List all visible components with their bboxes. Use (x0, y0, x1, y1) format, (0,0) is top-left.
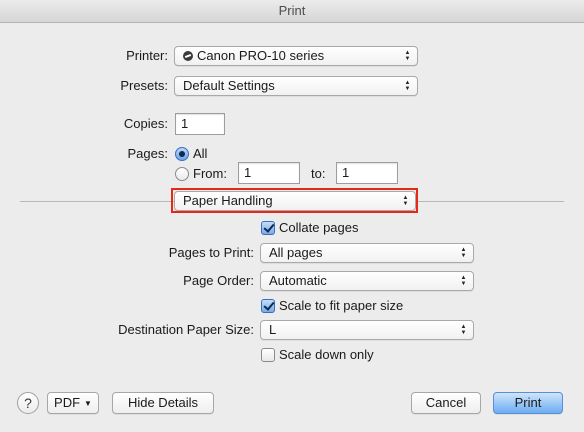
page-order-popup[interactable]: Automatic ▲ ▼ (260, 271, 474, 291)
pages-from-radio[interactable] (175, 167, 189, 181)
window-title: Print (278, 3, 306, 18)
printer-status-icon (183, 51, 193, 61)
page-order-label: Page Order: (183, 273, 254, 288)
presets-label: Presets: (120, 78, 168, 93)
printer-popup[interactable]: Canon PRO-10 series ▲ ▼ (174, 46, 418, 66)
window-titlebar[interactable]: Print (0, 0, 584, 23)
destination-paper-size-label: Destination Paper Size: (118, 322, 254, 337)
pdf-menu-button[interactable]: PDF ▼ (47, 392, 99, 414)
collate-label: Collate pages (279, 220, 359, 235)
destination-paper-size-popup[interactable]: L ▲ ▼ (260, 320, 474, 340)
pages-to-print-label: Pages to Print: (168, 245, 254, 260)
pages-to-label: to: (311, 166, 326, 181)
destination-paper-size-value: L (269, 322, 277, 337)
pages-from-label: From: (193, 166, 227, 181)
updown-arrows-icon: ▲ ▼ (460, 324, 467, 336)
presets-value: Default Settings (183, 78, 275, 93)
updown-arrows-icon: ▲ ▼ (404, 80, 411, 92)
pages-to-field[interactable]: 1 (336, 162, 398, 184)
copies-field[interactable]: 1 (175, 113, 225, 135)
help-button[interactable]: ? (17, 392, 39, 414)
pages-to-print-value: All pages (269, 245, 323, 260)
copies-label: Copies: (123, 116, 168, 131)
section-highlight-box (171, 188, 418, 213)
scale-down-checkbox[interactable] (261, 348, 275, 362)
pages-label: Pages: (127, 146, 168, 161)
chevron-down-icon: ▼ (84, 399, 92, 408)
cancel-button[interactable]: Cancel (411, 392, 481, 414)
pdf-label: PDF (54, 395, 81, 410)
pages-all-radio[interactable] (175, 147, 189, 161)
updown-arrows-icon: ▲ ▼ (460, 247, 467, 259)
print-button[interactable]: Print (493, 392, 563, 414)
collate-checkbox[interactable] (261, 221, 275, 235)
hide-details-button[interactable]: Hide Details (112, 392, 214, 414)
help-icon: ? (24, 395, 32, 411)
pages-from-field[interactable]: 1 (238, 162, 300, 184)
pages-to-print-popup[interactable]: All pages ▲ ▼ (260, 243, 474, 263)
page-order-value: Automatic (269, 273, 327, 288)
scale-to-fit-label: Scale to fit paper size (279, 298, 404, 313)
pages-all-label: All (193, 146, 208, 161)
printer-label: Printer: (126, 48, 168, 63)
presets-popup[interactable]: Default Settings ▲ ▼ (174, 76, 418, 96)
updown-arrows-icon: ▲ ▼ (460, 275, 467, 287)
scale-to-fit-checkbox[interactable] (261, 299, 275, 313)
scale-down-label: Scale down only (279, 347, 374, 362)
printer-value: Canon PRO-10 series (197, 48, 325, 63)
updown-arrows-icon: ▲ ▼ (404, 50, 411, 62)
